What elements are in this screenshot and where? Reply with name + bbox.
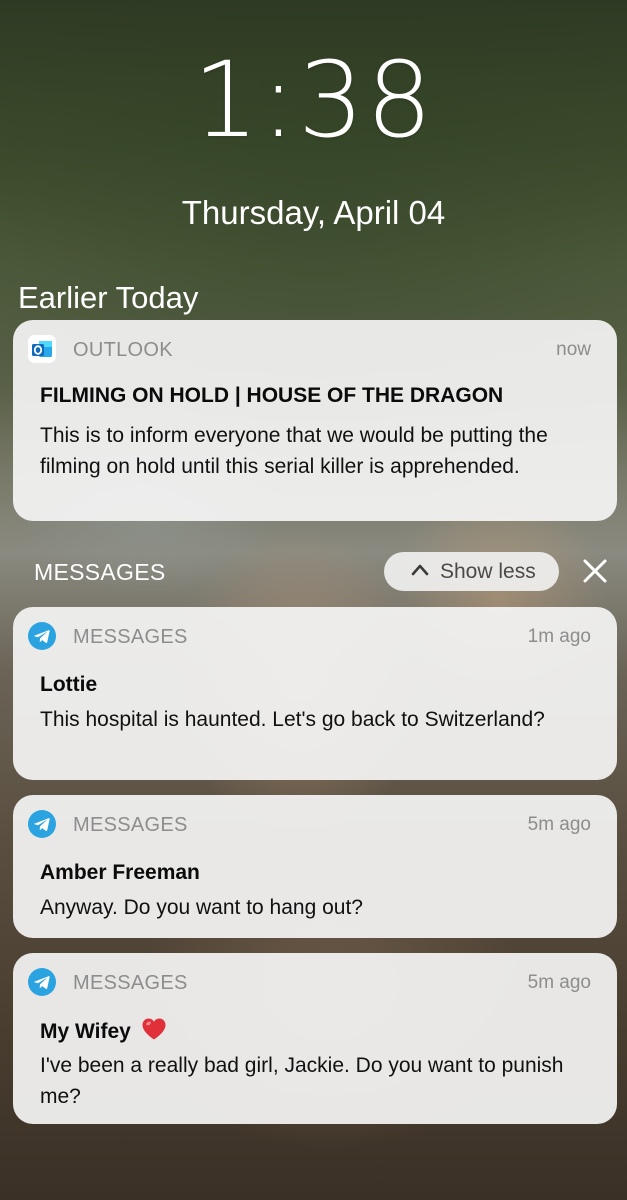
outlook-icon (28, 335, 56, 363)
section-label-earlier-today: Earlier Today (18, 280, 199, 315)
red-heart-icon (142, 1018, 166, 1040)
notification-header: MESSAGES 5m ago (28, 966, 591, 1000)
message-body: I've been a really bad girl, Jackie. Do … (40, 1054, 564, 1108)
app-name: MESSAGES (73, 814, 188, 836)
notification-outlook[interactable]: OUTLOOK now FILMING ON HOLD | HOUSE OF T… (13, 320, 617, 521)
notification-body: This is to inform everyone that we would… (40, 424, 548, 478)
close-group-button[interactable] (580, 556, 610, 586)
notification-header: MESSAGES 1m ago (28, 620, 591, 654)
notification-message-amber-freeman[interactable]: MESSAGES 5m ago Amber Freeman Anyway. Do… (13, 795, 617, 938)
app-name: MESSAGES (73, 626, 188, 648)
notification-timestamp: 5m ago (527, 972, 591, 993)
show-less-label: Show less (440, 560, 536, 583)
lock-screen-clock: 1:38 (192, 39, 435, 161)
chevron-up-icon (411, 564, 429, 576)
show-less-button[interactable]: Show less (384, 552, 559, 591)
message-sender-row: My Wifey (40, 1017, 593, 1046)
message-sender: Lottie (40, 673, 98, 696)
message-body: This hospital is haunted. Let's go back … (40, 708, 545, 731)
message-body: Anyway. Do you want to hang out? (40, 896, 363, 919)
message-sender: My Wifey (40, 1020, 131, 1043)
message-sender: Amber Freeman (40, 861, 200, 884)
notification-group-label: MESSAGES (34, 559, 166, 585)
telegram-icon (28, 968, 56, 996)
lock-screen-date: Thursday, April 04 (181, 194, 446, 231)
telegram-icon (28, 810, 56, 838)
lock-screen: 1:38 Thursday, April 04 Earlier Today OU… (0, 0, 627, 1200)
app-name: MESSAGES (73, 972, 188, 994)
telegram-icon (28, 622, 56, 650)
notification-timestamp: 5m ago (527, 814, 591, 835)
notification-message-my-wifey[interactable]: MESSAGES 5m ago My Wifey I've been a rea… (13, 953, 617, 1124)
notification-title: FILMING ON HOLD | HOUSE OF THE DRAGON (40, 384, 504, 407)
notification-header: MESSAGES 5m ago (28, 808, 591, 842)
notification-timestamp: 1m ago (527, 626, 591, 647)
notification-timestamp: now (556, 339, 591, 360)
notification-header: OUTLOOK now (28, 333, 591, 367)
close-icon (583, 559, 607, 583)
notification-message-lottie[interactable]: MESSAGES 1m ago Lottie This hospital is … (13, 607, 617, 780)
app-name: OUTLOOK (73, 339, 173, 361)
